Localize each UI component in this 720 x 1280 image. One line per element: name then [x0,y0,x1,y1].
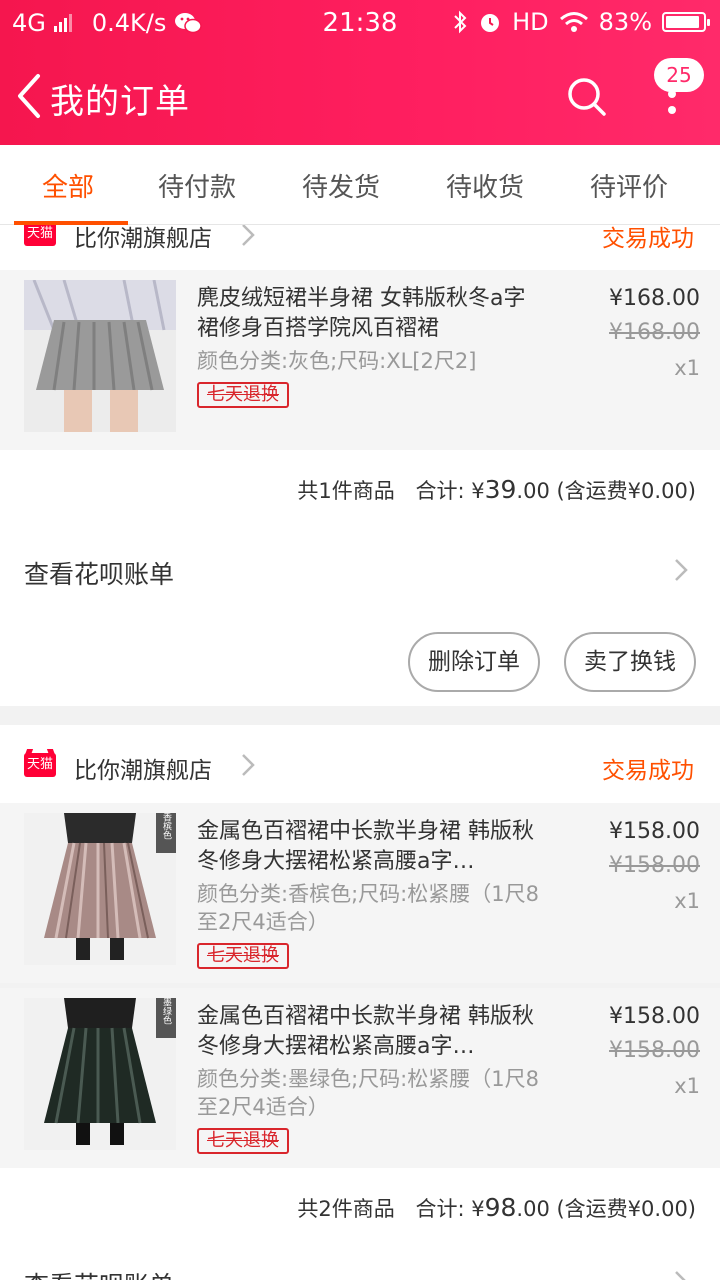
chevron-right-icon[interactable] [672,556,690,584]
product-image[interactable]: 墨绿色 [24,998,176,1150]
chevron-right-icon [242,225,255,246]
product-quantity: x1 [674,889,700,913]
product-title[interactable]: 金属色百褶裙中长款半身裙 韩版秋冬修身大摆裙松紧高腰a字… [197,1002,547,1062]
order-status: 交易成功 [602,226,694,252]
battery-icon [662,12,710,32]
order-summary: 共2件商品 合计: ¥98.00 (含运费¥0.00) [297,1193,696,1223]
battery-percent: 83% [598,8,652,36]
order-2-shop-header[interactable]: 天猫 比你潮旗舰店 交易成功 [0,725,720,803]
product-spec: 颜色分类:香槟色;尺码:松紧腰（1尺8至2尺4适合） [197,882,539,934]
order-status: 交易成功 [602,758,694,784]
product-spec: 颜色分类:灰色;尺码:XL[2尺2] [197,349,477,373]
image-color-tag: 墨绿色 [161,998,172,1025]
total-label: 合计: [415,479,472,503]
shop-name[interactable]: 比你潮旗舰店 [74,225,212,253]
original-price: ¥168.00 [609,320,700,345]
resell-button[interactable]: 卖了换钱 [564,632,696,692]
huabei-bill-link[interactable]: 查看花呗账单 [24,1266,174,1280]
chevron-right-icon [242,754,255,776]
original-price: ¥158.00 [609,1038,700,1063]
tmall-badge: 天猫 [24,753,56,777]
search-icon[interactable] [564,74,610,120]
huabei-bill-link[interactable]: 查看花呗账单 [24,555,174,591]
tab-pending-receipt[interactable]: 待收货 [446,167,524,204]
product-title[interactable]: 麂皮绒短裙半身裙 女韩版秋冬a字裙修身百搭学院风百褶裙 [197,284,547,344]
order-1-item-1[interactable]: 麂皮绒短裙半身裙 女韩版秋冬a字裙修身百搭学院风百褶裙 颜色分类:灰色;尺码:X… [0,270,720,450]
status-bar: 4G 0.4K/s 21:38 HD 83% [0,0,720,48]
currency-symbol: ¥ [471,479,485,503]
return-policy-tag: 七天退换 [197,382,289,408]
product-spec: 颜色分类:墨绿色;尺码:松紧腰（1尺8至2尺4适合） [197,1067,539,1119]
product-price: ¥158.00 [609,819,700,844]
return-policy-tag: 七天退换 [197,1128,289,1154]
item-count: 共2件商品 [297,1197,395,1221]
tmall-badge: 天猫 [24,225,56,246]
product-quantity: x1 [674,356,700,380]
product-quantity: x1 [674,1074,700,1098]
tab-all[interactable]: 全部 [42,167,94,204]
order-2-footer: 共2件商品 合计: ¥98.00 (含运费¥0.00) 查看花呗账单 [0,1168,720,1280]
total-decimal: .00 [516,1197,550,1221]
order-list[interactable]: 天猫 比你潮旗舰店 交易成功 麂皮绒短裙半身裙 女韩版秋冬a字裙修身百搭学院风百… [0,225,720,1280]
nav-bar: 我的订单 25 [0,48,720,145]
tab-pending-payment[interactable]: 待付款 [158,167,236,204]
order-summary: 共1件商品 合计: ¥39.00 (含运费¥0.00) [297,475,696,505]
shop-name[interactable]: 比你潮旗舰店 [74,751,212,785]
header-background: 4G 0.4K/s 21:38 HD 83% 我的订单 25 [0,0,720,145]
currency-symbol: ¥ [471,1197,485,1221]
page-title: 我的订单 [50,82,190,122]
tab-pending-shipment[interactable]: 待发货 [302,167,380,204]
hd-indicator: HD [512,8,549,36]
alarm-icon [481,14,500,32]
product-title[interactable]: 金属色百褶裙中长款半身裙 韩版秋冬修身大摆裙松紧高腰a字… [197,817,547,877]
total-amount: 98 [484,1193,517,1222]
product-price: ¥158.00 [609,1004,700,1029]
message-badge: 25 [654,58,704,92]
order-tabs: 全部 待付款 待发货 待收货 待评价 [0,145,720,225]
product-image[interactable]: 香槟色 [24,813,176,965]
back-icon[interactable] [8,68,52,124]
total-decimal: .00 [516,479,550,503]
order-1-footer: 共1件商品 合计: ¥39.00 (含运费¥0.00) 查看花呗账单 删除订单 … [0,450,720,706]
total-amount: 39 [484,475,517,504]
total-label: 合计: [415,1197,472,1221]
product-price: ¥168.00 [609,286,700,311]
shipping-fee: (含运费¥0.00) [549,479,696,503]
tab-pending-review[interactable]: 待评价 [590,167,668,204]
return-policy-tag: 七天退换 [197,943,289,969]
order-2-item-2[interactable]: 墨绿色 金属色百褶裙中长款半身裙 韩版秋冬修身大摆裙松紧高腰a字… 颜色分类:墨… [0,988,720,1168]
product-image[interactable] [24,280,176,432]
chevron-right-icon[interactable] [672,1268,690,1280]
item-count: 共1件商品 [297,479,395,503]
wifi-icon [559,12,588,32]
shipping-fee: (含运费¥0.00) [549,1197,696,1221]
bluetooth-icon [454,10,467,34]
image-color-tag: 香槟色 [161,813,172,840]
order-1-shop-header[interactable]: 天猫 比你潮旗舰店 交易成功 [0,225,720,270]
delete-order-button[interactable]: 删除订单 [408,632,540,692]
original-price: ¥158.00 [609,853,700,878]
order-2-item-1[interactable]: 香槟色 金属色百褶裙中长款半身裙 韩版秋冬修身大摆裙松紧高腰a字… 颜色分类:香… [0,803,720,983]
